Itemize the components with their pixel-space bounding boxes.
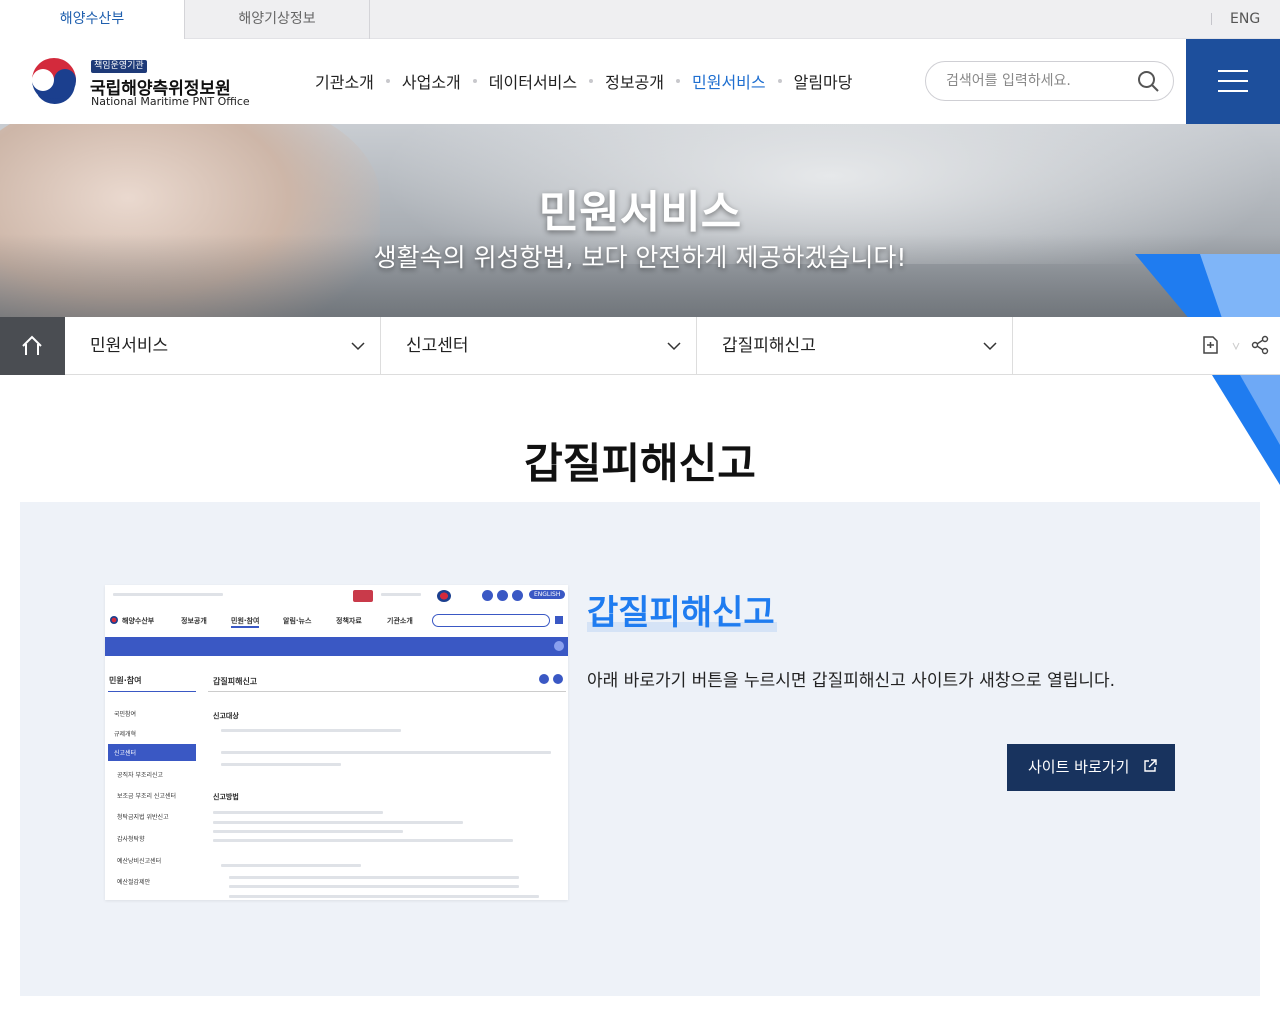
taegeuk-emblem-icon	[29, 57, 79, 107]
separator-icon	[1232, 342, 1240, 351]
language-eng-link[interactable]: ENG	[1230, 0, 1260, 39]
chevron-down-icon	[351, 342, 365, 351]
nav-dot	[472, 79, 477, 83]
preview-sidebar-item: 청탁금지법 위반신고	[117, 814, 169, 821]
nav-item-about[interactable]: 기관소개	[315, 69, 374, 93]
preview-sidebar-item: 공직자 부조리신고	[117, 772, 164, 779]
preview-nav: 알림·뉴스	[283, 617, 312, 625]
breadcrumb-level1[interactable]: 민원서비스	[65, 317, 381, 375]
info-description: 아래 바로가기 버튼을 누르시면 갑질피해신고 사이트가 새창으로 열립니다.	[587, 671, 1116, 691]
site-shortcut-button[interactable]: 사이트 바로가기	[1007, 744, 1175, 791]
preview-english-badge: ENGLISH	[529, 590, 566, 599]
nav-dot	[385, 79, 390, 83]
preview-sidebar-item: 예산낭비신고센터	[117, 858, 162, 865]
tab-marine-weather[interactable]: 해양기상정보	[185, 0, 370, 39]
nav-dot	[676, 79, 680, 83]
org-badge: 책임운영기관	[91, 60, 147, 73]
preview-sidebar-item: 예산절감제안	[117, 879, 151, 886]
site-header: 책임운영기관 국립해양측위정보원 National Maritime PNT O…	[0, 39, 1280, 124]
preview-sidebar-item: 국민참여	[114, 711, 137, 718]
preview-nav: 민원·참여	[231, 616, 260, 628]
nav-dot	[777, 79, 782, 83]
print-icon[interactable]	[1200, 335, 1220, 355]
chevron-down-icon	[983, 342, 997, 351]
main-navigation: 기관소개 사업소개 데이터서비스 정보공개 민원서비스 알림마당	[315, 67, 853, 95]
preview-logo: 해양수산부	[122, 617, 155, 625]
preview-badge	[353, 590, 373, 602]
preview-sidebar-item: 보조금 부조리 신고센터	[117, 793, 177, 800]
divider	[1211, 13, 1212, 25]
breadcrumb-label: 신고센터	[406, 336, 469, 356]
hamburger-icon	[1218, 70, 1248, 72]
tab-mof[interactable]: 해양수산부	[0, 0, 185, 40]
hero-subtitle: 생활속의 위성항법, 보다 안전하게 제공하겠습니다!	[373, 243, 907, 272]
hero-title: 민원서비스	[538, 187, 742, 238]
info-title-text: 갑질피해신고	[587, 593, 775, 633]
all-menu-button[interactable]	[1186, 39, 1280, 124]
preview-section-title: 신고대상	[213, 712, 239, 720]
preview-sidebar-item: 규제개혁	[114, 731, 137, 738]
hamburger-icon	[1218, 80, 1248, 82]
top-utility-bar: 해양수산부 해양기상정보 ENG	[0, 0, 1280, 40]
preview-flag-icon	[437, 590, 451, 602]
preview-sidebar-title: 민원·참여	[109, 676, 142, 685]
preview-nav: 정책자료	[336, 617, 362, 625]
site-logo[interactable]: 책임운영기관 국립해양측위정보원 National Maritime PNT O…	[28, 56, 258, 111]
home-button[interactable]	[0, 317, 65, 375]
site-shortcut-label: 사이트 바로가기	[1028, 758, 1130, 776]
hamburger-icon	[1218, 90, 1248, 92]
share-icon[interactable]	[1250, 335, 1270, 355]
external-link-icon	[1144, 759, 1157, 772]
breadcrumb-level2[interactable]: 신고센터	[381, 317, 697, 375]
chevron-down-icon	[667, 342, 681, 351]
home-icon	[22, 335, 42, 355]
preview-section-title: 신고방법	[213, 793, 239, 801]
breadcrumb-level3[interactable]: 갑질피해신고	[697, 317, 1013, 375]
nav-item-civil-service[interactable]: 민원서비스	[692, 69, 766, 93]
org-name-en: National Maritime PNT Office	[91, 95, 250, 108]
breadcrumb-label: 민원서비스	[90, 336, 169, 356]
page-tools	[1200, 335, 1270, 357]
preview-nav: 기관소개	[387, 617, 413, 625]
preview-main-title: 갑질피해신고	[213, 677, 258, 686]
preview-sidebar-item: 신고센터	[114, 750, 137, 757]
info-title: 갑질피해신고	[587, 585, 777, 634]
preview-nav: 정보공개	[181, 617, 207, 625]
nav-item-business[interactable]: 사업소개	[402, 69, 461, 93]
nav-item-notice[interactable]: 알림마당	[794, 69, 853, 93]
preview-sidebar-item: 갑사청탁향	[117, 836, 145, 843]
search-icon[interactable]	[1137, 70, 1159, 92]
nav-item-disclosure[interactable]: 정보공개	[605, 69, 664, 93]
search-box	[925, 61, 1174, 101]
nav-item-data-service[interactable]: 데이터서비스	[489, 69, 577, 93]
breadcrumb-label: 갑질피해신고	[722, 336, 816, 356]
site-preview-image: ENGLISH 해양수산부 정보공개 민원·참여 알림·뉴스 정책자료 기관소개…	[105, 585, 568, 900]
hero-banner: 민원서비스 생활속의 위성항법, 보다 안전하게 제공하겠습니다!	[0, 124, 1280, 317]
page-title: 갑질피해신고	[524, 439, 756, 488]
preview-breadcrumb-bar	[105, 637, 568, 656]
nav-dot	[589, 79, 594, 83]
location-bar: 민원서비스 신고센터 갑질피해신고	[0, 317, 1280, 375]
search-input[interactable]	[946, 70, 1126, 92]
